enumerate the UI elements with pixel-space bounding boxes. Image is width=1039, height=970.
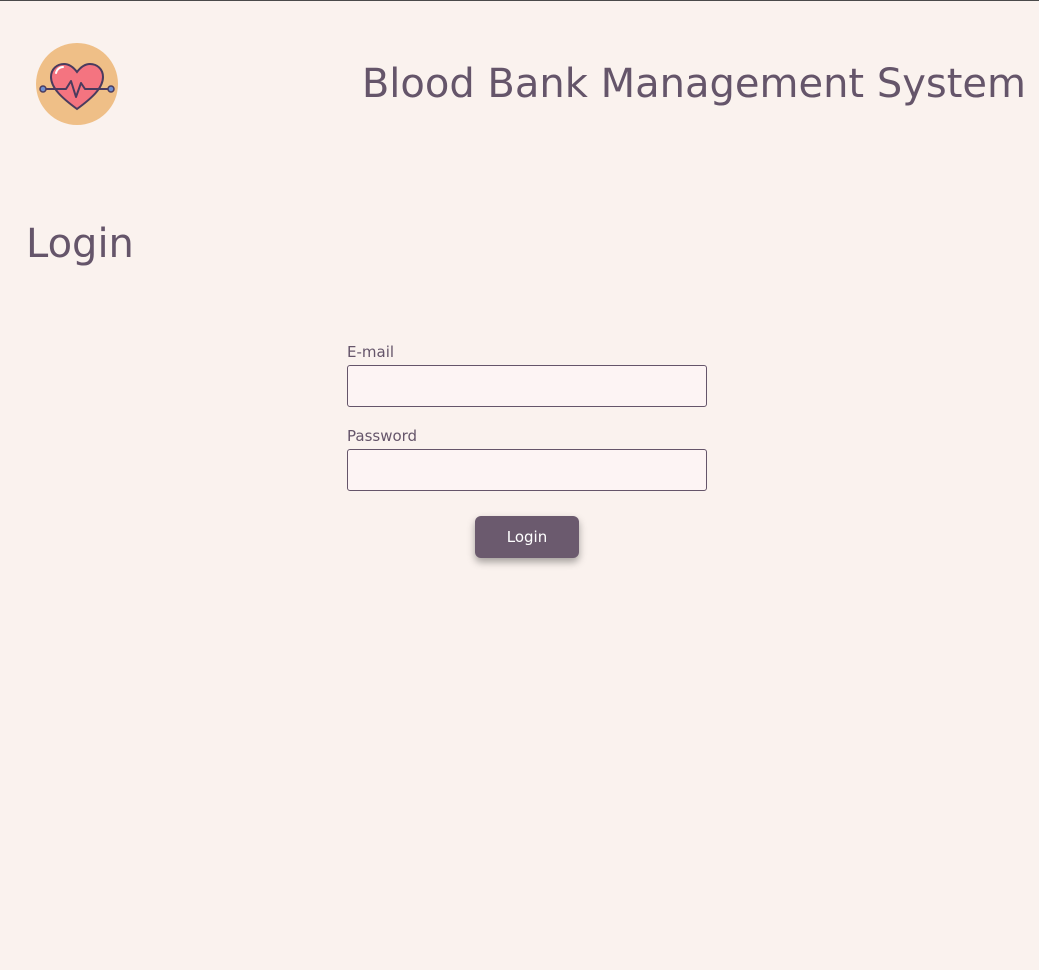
password-field[interactable]: [347, 449, 707, 491]
login-form: E-mail Password: [347, 341, 707, 509]
heartbeat-icon: [36, 43, 118, 125]
email-field[interactable]: [347, 365, 707, 407]
page-title: Login: [26, 221, 134, 267]
app-title: Blood Bank Management System: [361, 61, 1026, 107]
header: Blood Bank Management System: [0, 1, 1039, 171]
password-label: Password: [347, 427, 418, 445]
email-label: E-mail: [347, 343, 395, 361]
login-button[interactable]: Login: [475, 516, 579, 558]
